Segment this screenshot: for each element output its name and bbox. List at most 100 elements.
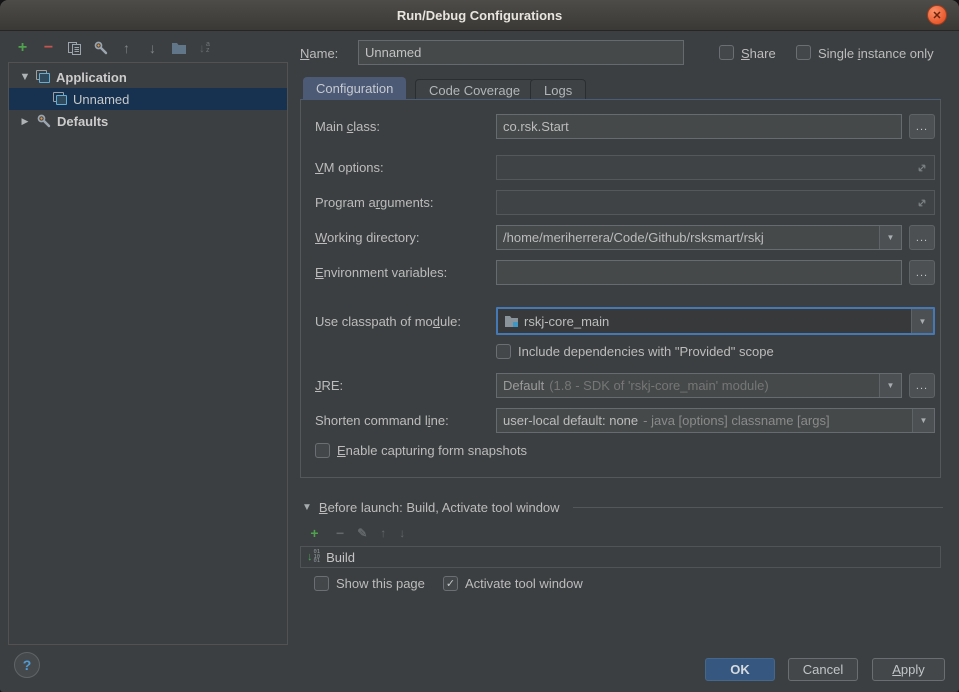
add-configuration-icon[interactable]: + <box>14 39 31 57</box>
vm-options-field[interactable] <box>496 155 935 180</box>
configuration-tab-panel: Main class: co.rsk.Start ... VM options:… <box>300 99 941 478</box>
dropdown-arrow-icon[interactable]: ▼ <box>912 409 934 432</box>
environment-variables-browse-button[interactable]: ... <box>909 260 935 285</box>
application-icon <box>36 70 51 84</box>
main-class-browse-button[interactable]: ... <box>909 114 935 139</box>
tree-group-label: Defaults <box>57 114 108 129</box>
new-folder-icon[interactable] <box>170 39 187 57</box>
shorten-command-line-value-detail: - java [options] classname [args] <box>643 413 829 428</box>
jre-browse-button[interactable]: ... <box>909 373 935 398</box>
copy-configuration-icon[interactable] <box>66 39 83 57</box>
move-up-icon[interactable]: ↑ <box>118 39 135 57</box>
before-launch-header: ▼ Before launch: Build, Activate tool wi… <box>302 498 943 516</box>
ok-button[interactable]: OK <box>705 658 775 681</box>
dropdown-arrow-icon[interactable]: ▼ <box>911 309 933 333</box>
close-button[interactable]: ✕ <box>927 5 947 25</box>
main-class-value: co.rsk.Start <box>503 119 569 134</box>
shorten-command-line-row: Shorten command line: user-local default… <box>315 408 935 433</box>
shorten-command-line-field[interactable]: user-local default: none - java [options… <box>496 408 935 433</box>
build-icon: ↓ 01 10 01 <box>307 550 320 564</box>
main-class-row: Main class: co.rsk.Start ... <box>315 114 935 139</box>
run-debug-configurations-dialog: Run/Debug Configurations ✕ + − ↑ ↓ ↓ az … <box>0 0 959 692</box>
jre-label: JRE: <box>315 378 496 393</box>
expand-field-icon[interactable] <box>916 197 928 209</box>
working-directory-row: Working directory: /home/meriherrera/Cod… <box>315 225 935 250</box>
chevron-down-icon[interactable]: ▼ <box>19 71 31 83</box>
single-instance-checkbox[interactable] <box>796 45 811 60</box>
enable-capturing-row: Enable capturing form snapshots <box>315 443 527 458</box>
before-launch-item-build[interactable]: ↓ 01 10 01 Build <box>300 546 941 568</box>
before-launch-toolbar: + − ✎ ↑ ↓ <box>306 524 405 542</box>
activate-tool-window-row: ✓ Activate tool window <box>443 576 583 591</box>
help-button[interactable]: ? <box>14 652 40 678</box>
tab-configuration[interactable]: Configuration <box>303 77 406 100</box>
check-icon: ✓ <box>446 577 455 590</box>
environment-variables-field[interactable] <box>496 260 902 285</box>
ellipsis-icon: ... <box>916 267 928 279</box>
titlebar: Run/Debug Configurations ✕ <box>0 0 959 31</box>
configurations-tree: ▼ Application Unnamed ▶ Defaults <box>8 62 288 645</box>
chevron-right-icon[interactable]: ▶ <box>19 116 31 127</box>
configurations-toolbar: + − ↑ ↓ ↓ az <box>14 38 213 58</box>
enable-capturing-checkbox[interactable] <box>315 443 330 458</box>
environment-variables-row: Environment variables: ... <box>315 260 935 285</box>
include-dependencies-checkbox[interactable] <box>496 344 511 359</box>
jre-value-detail: (1.8 - SDK of 'rskj-core_main' module) <box>549 378 769 393</box>
ellipsis-icon: ... <box>916 380 928 392</box>
cancel-button[interactable]: Cancel <box>788 658 858 681</box>
dropdown-arrow-icon[interactable]: ▼ <box>879 374 901 397</box>
chevron-down-icon[interactable]: ▼ <box>302 502 312 513</box>
tab-logs[interactable]: Logs <box>530 79 586 100</box>
separator-line <box>573 507 943 508</box>
main-class-field[interactable]: co.rsk.Start <box>496 114 902 139</box>
add-task-icon[interactable]: + <box>306 524 323 542</box>
application-icon <box>53 92 68 106</box>
build-item-label: Build <box>326 550 355 565</box>
activate-tool-window-checkbox[interactable]: ✓ <box>443 576 458 591</box>
edit-task-icon[interactable]: ✎ <box>357 526 367 540</box>
move-task-up-icon[interactable]: ↑ <box>380 526 386 540</box>
tab-code-coverage[interactable]: Code Coverage <box>415 79 534 100</box>
working-directory-browse-button[interactable]: ... <box>909 225 935 250</box>
use-classpath-value: rskj-core_main <box>524 314 609 329</box>
working-directory-label: Working directory: <box>315 230 496 245</box>
edit-defaults-icon[interactable] <box>92 39 109 57</box>
share-checkbox[interactable] <box>719 45 734 60</box>
share-label: Share <box>741 46 776 61</box>
show-this-page-checkbox[interactable] <box>314 576 329 591</box>
program-arguments-field[interactable] <box>496 190 935 215</box>
jre-value: Default <box>503 378 544 393</box>
use-classpath-field[interactable]: rskj-core_main ▼ <box>496 307 935 335</box>
shorten-command-line-label: Shorten command line: <box>315 413 496 428</box>
working-directory-field[interactable]: /home/meriherrera/Code/Github/rsksmart/r… <box>496 225 902 250</box>
remove-configuration-icon[interactable]: − <box>40 39 57 57</box>
single-instance-label: Single instance only <box>818 46 934 61</box>
program-arguments-label: Program arguments: <box>315 195 496 210</box>
working-directory-value: /home/meriherrera/Code/Github/rsksmart/r… <box>503 230 764 245</box>
move-task-down-icon[interactable]: ↓ <box>399 526 405 540</box>
environment-variables-label: Environment variables: <box>315 265 496 280</box>
program-arguments-row: Program arguments: <box>315 190 935 215</box>
apply-button[interactable]: Apply <box>872 658 945 681</box>
jre-field[interactable]: Default (1.8 - SDK of 'rskj-core_main' m… <box>496 373 902 398</box>
use-classpath-label: Use classpath of module: <box>315 314 496 329</box>
wrench-icon <box>36 113 52 129</box>
jre-row: JRE: Default (1.8 - SDK of 'rskj-core_ma… <box>315 373 935 398</box>
vm-options-label: VM options: <box>315 160 496 175</box>
dropdown-arrow-icon[interactable]: ▼ <box>879 226 901 249</box>
tree-item-label: Unnamed <box>73 92 129 107</box>
show-this-page-label: Show this page <box>336 576 425 591</box>
use-classpath-row: Use classpath of module: rskj-core_main … <box>315 307 935 335</box>
expand-field-icon[interactable] <box>916 162 928 174</box>
remove-task-icon[interactable]: − <box>336 525 344 541</box>
tree-group-application[interactable]: ▼ Application <box>9 66 287 88</box>
move-down-icon[interactable]: ↓ <box>144 39 161 57</box>
close-icon: ✕ <box>932 9 941 22</box>
name-input[interactable] <box>358 40 684 65</box>
shorten-command-line-value: user-local default: none <box>503 413 638 428</box>
ellipsis-icon: ... <box>916 121 928 133</box>
tree-item-unnamed[interactable]: Unnamed <box>9 88 287 110</box>
tree-group-defaults[interactable]: ▶ Defaults <box>9 110 287 132</box>
tree-group-label: Application <box>56 70 127 85</box>
sort-alphabetically-icon[interactable]: ↓ az <box>196 39 213 57</box>
